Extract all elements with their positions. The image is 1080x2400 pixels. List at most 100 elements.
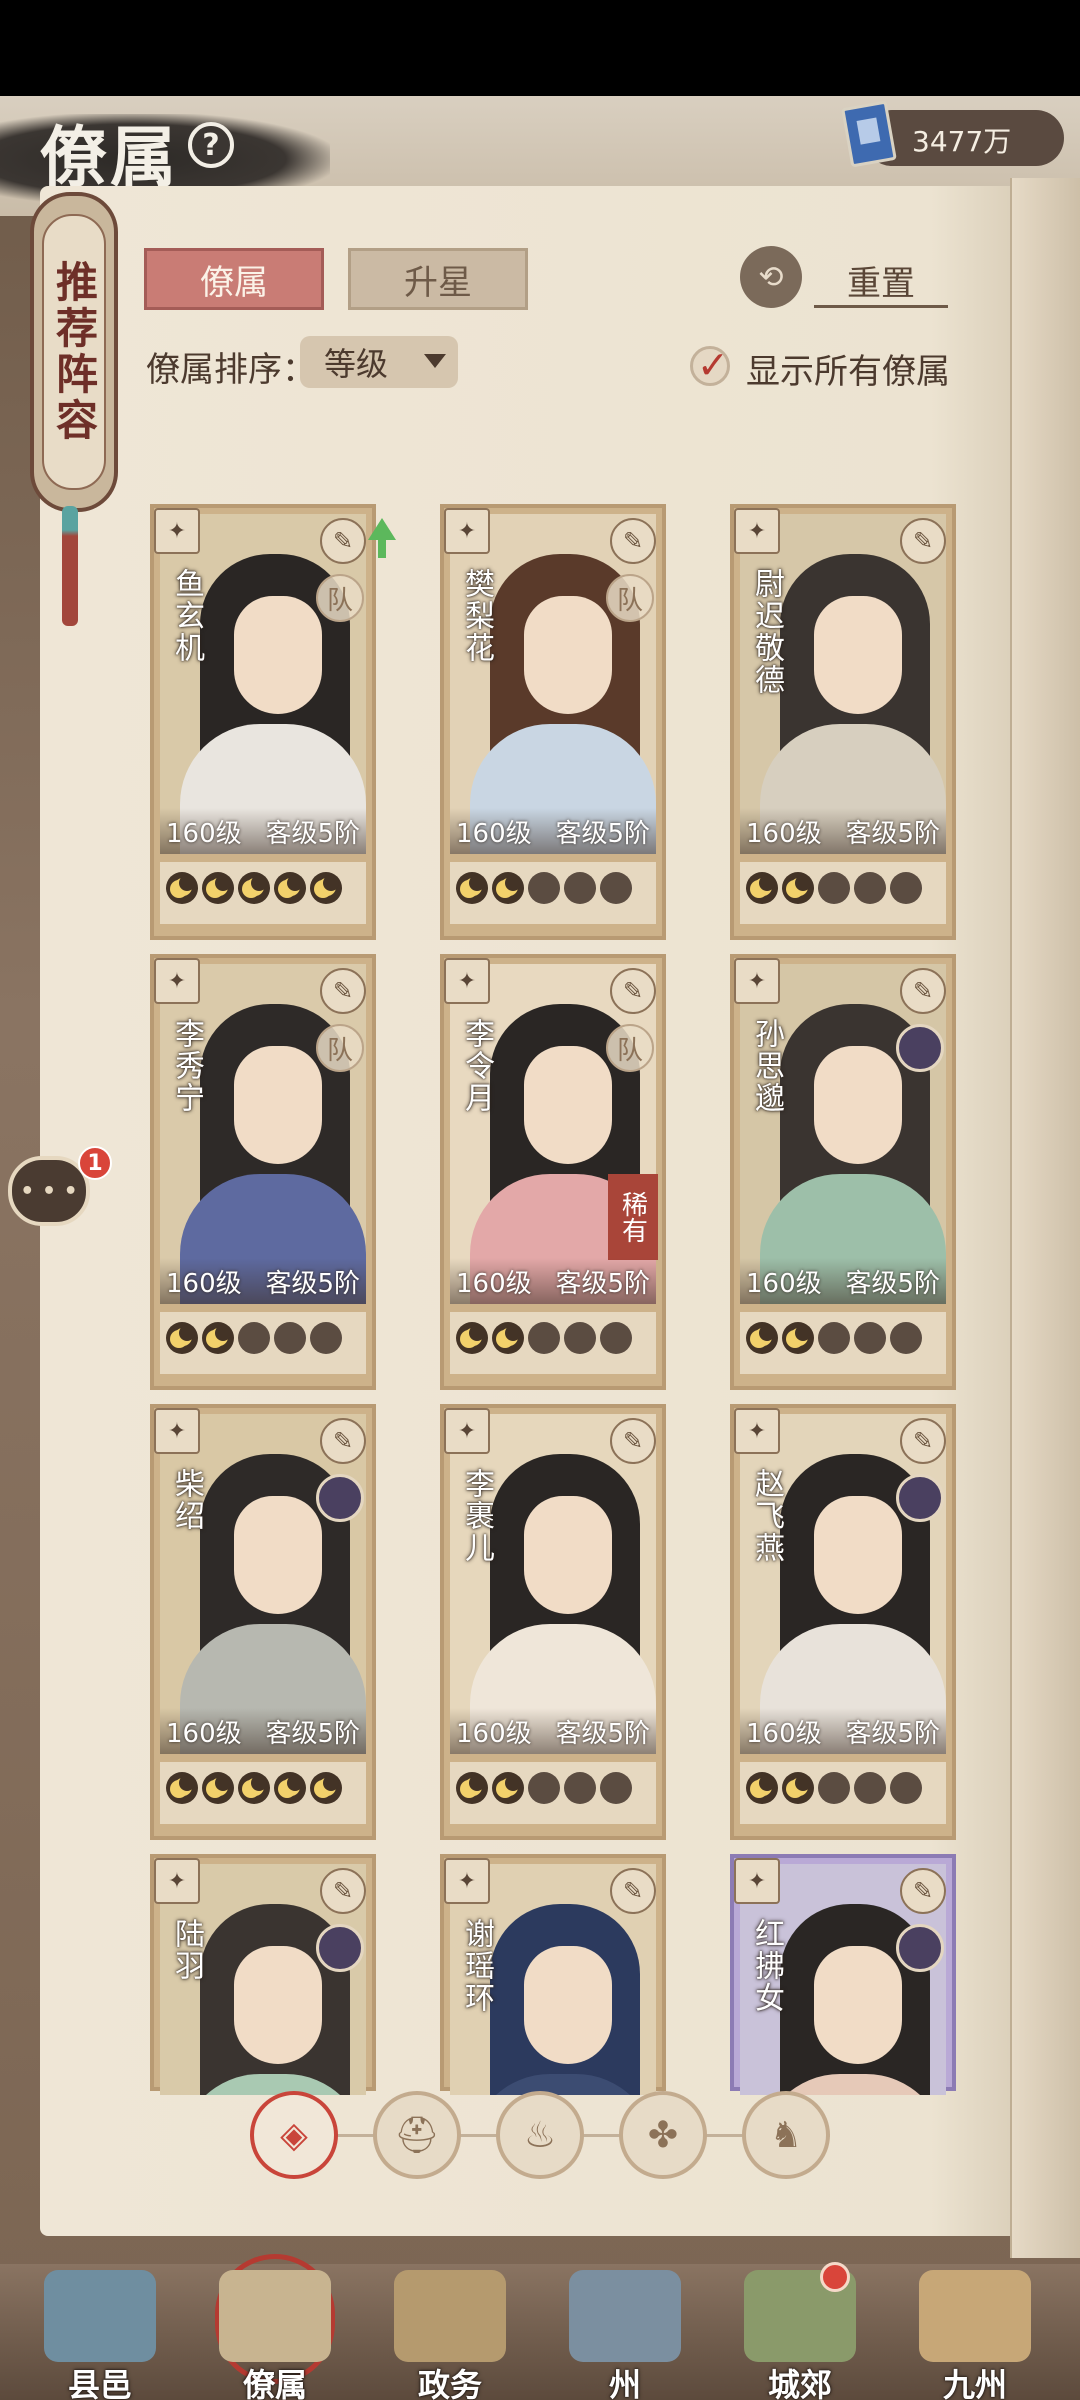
gourd-icon[interactable]: ♨ bbox=[496, 2091, 584, 2179]
rank-text: 客级5阶 bbox=[845, 1718, 940, 1749]
moon-star-icon bbox=[854, 1772, 886, 1804]
subordinate-card[interactable]: ✦ ✎ 孙思邈 160级 客级5阶 bbox=[730, 954, 956, 1390]
subordinate-card[interactable]: ✦ ✎ 李裹儿 160级 客级5阶 bbox=[440, 1404, 666, 1840]
nav-item[interactable]: 九州 bbox=[895, 2264, 1055, 2400]
nav-label: 城郊 bbox=[767, 2366, 832, 2400]
notification-dot bbox=[820, 2262, 850, 2292]
moon-star-icon bbox=[274, 872, 306, 904]
level-text: 160级 bbox=[166, 818, 242, 849]
character-portrait bbox=[450, 514, 656, 854]
tab-star-up[interactable]: 升星 bbox=[348, 248, 528, 310]
skill-icon: ✎ bbox=[900, 968, 946, 1014]
skill-icon: ✎ bbox=[610, 1418, 656, 1464]
moon-star-icon bbox=[492, 1772, 524, 1804]
subordinate-card[interactable]: ✦ ✎ 柴绍 160级 客级5阶 bbox=[150, 1404, 376, 1840]
star-row bbox=[740, 1312, 946, 1374]
team-badge: 队 bbox=[316, 1024, 364, 1072]
level-bar: 160级 客级5阶 bbox=[160, 808, 366, 854]
team-badge: 队 bbox=[316, 574, 364, 622]
subordinate-card[interactable]: ✦ ✎ 陆羽 bbox=[150, 1854, 376, 2095]
reset-icon: ⟲ bbox=[740, 246, 802, 308]
nav-item[interactable]: 政务 bbox=[370, 2264, 530, 2400]
moon-star-icon bbox=[274, 1772, 306, 1804]
rank-text: 客级5阶 bbox=[845, 1268, 940, 1299]
class-icon: ✦ bbox=[154, 508, 200, 554]
moon-star-icon bbox=[746, 1322, 778, 1354]
chat-notification-badge: 1 bbox=[78, 1146, 112, 1180]
upgrade-arrow-icon bbox=[368, 518, 396, 540]
nav-item[interactable]: 州 bbox=[545, 2264, 705, 2400]
moon-star-icon bbox=[202, 1322, 234, 1354]
lion-icon[interactable]: ♞ bbox=[742, 2091, 830, 2179]
subordinate-card[interactable]: ✦ ✎ 鱼玄机 队 160级 客级5阶 bbox=[150, 504, 396, 940]
nav-icon bbox=[44, 2270, 156, 2362]
nav-icon bbox=[219, 2270, 331, 2362]
show-all-toggle[interactable]: ✓ 显示所有僚属 bbox=[690, 336, 960, 392]
class-icon: ✦ bbox=[734, 1408, 780, 1454]
subordinate-card[interactable]: ✦ ✎ 谢瑶环 bbox=[440, 1854, 666, 2095]
rank-text: 客级5阶 bbox=[555, 818, 650, 849]
fan-icon[interactable]: ✤ bbox=[619, 2091, 707, 2179]
class-icon: ✦ bbox=[734, 1858, 780, 1904]
character-name: 红拂女 bbox=[749, 1918, 784, 2014]
subordinate-card[interactable]: ✦ ✎ 李秀宁 队 160级 客级5阶 bbox=[150, 954, 376, 1390]
level-text: 160级 bbox=[166, 1268, 242, 1299]
moon-star-icon bbox=[564, 1322, 596, 1354]
moon-star-icon bbox=[202, 872, 234, 904]
rank-text: 客级5阶 bbox=[265, 1268, 360, 1299]
character-portrait bbox=[450, 1414, 656, 1754]
subordinate-card[interactable]: ✦ ✎ 樊梨花 队 160级 客级5阶 bbox=[440, 504, 666, 940]
recommended-lineup-banner[interactable]: 推荐阵容 bbox=[30, 192, 118, 512]
moon-star-icon bbox=[782, 872, 814, 904]
moon-star-icon bbox=[854, 872, 886, 904]
character-name: 李秀宁 bbox=[169, 1018, 204, 1114]
character-portrait bbox=[740, 1414, 946, 1754]
moon-star-icon bbox=[818, 1772, 850, 1804]
moon-star-icon bbox=[238, 1772, 270, 1804]
star-row bbox=[740, 862, 946, 924]
all-diamond-icon[interactable]: ◈ bbox=[250, 2091, 338, 2179]
moon-star-icon bbox=[600, 872, 632, 904]
reset-label: 重置 bbox=[814, 256, 948, 308]
class-icon: ✦ bbox=[734, 958, 780, 1004]
level-bar: 160级 客级5阶 bbox=[450, 1708, 656, 1754]
class-icon: ✦ bbox=[154, 1858, 200, 1904]
bottom-navigation: 县邑 僚属 政务 州 城郊 九州 bbox=[0, 2254, 1080, 2400]
nav-item[interactable]: 城郊 bbox=[720, 2262, 880, 2400]
moon-star-icon bbox=[746, 1772, 778, 1804]
show-all-checkbox[interactable]: ✓ bbox=[690, 343, 730, 387]
moon-star-icon bbox=[310, 872, 342, 904]
book-page-edge bbox=[1010, 178, 1080, 2258]
nav-item[interactable]: 县邑 bbox=[20, 2264, 180, 2400]
level-text: 160级 bbox=[746, 818, 822, 849]
help-icon[interactable]: ? bbox=[188, 122, 234, 168]
linked-portrait-icon bbox=[896, 1024, 944, 1072]
nav-label: 政务 bbox=[417, 2366, 482, 2400]
helmet-icon[interactable]: ⛑ bbox=[373, 2091, 461, 2179]
linked-portrait-icon bbox=[896, 1474, 944, 1522]
moon-star-icon bbox=[890, 872, 922, 904]
subordinate-card[interactable]: ✦ ✎ 赵飞燕 160级 客级5阶 bbox=[730, 1404, 956, 1840]
subordinate-card[interactable]: ✦ ✎ 尉迟敬德 160级 客级5阶 bbox=[730, 504, 956, 940]
level-text: 160级 bbox=[456, 1268, 532, 1299]
tab-subordinates[interactable]: 僚属 bbox=[144, 248, 324, 310]
level-bar: 160级 客级5阶 bbox=[450, 1258, 656, 1304]
chat-button[interactable]: • • • 1 bbox=[8, 1146, 112, 1226]
moon-star-icon bbox=[890, 1772, 922, 1804]
reset-button[interactable]: ⟲ 重置 bbox=[740, 246, 960, 310]
currency-display[interactable]: 3477万 bbox=[841, 100, 1064, 168]
subordinate-card[interactable]: ✦ ✎ 李令月队稀有 160级 客级5阶 bbox=[440, 954, 666, 1390]
tassel-decoration bbox=[62, 506, 78, 626]
subordinate-card[interactable]: ✦ ✎ 红拂女 bbox=[730, 1854, 956, 2095]
skill-icon: ✎ bbox=[900, 518, 946, 564]
nav-item[interactable]: 僚属 bbox=[195, 2254, 355, 2400]
moon-star-icon bbox=[782, 1772, 814, 1804]
sort-dropdown[interactable]: 等级 bbox=[300, 336, 458, 388]
level-bar: 160级 客级5阶 bbox=[740, 1258, 946, 1304]
moon-star-icon bbox=[528, 1772, 560, 1804]
class-icon: ✦ bbox=[444, 1858, 490, 1904]
star-row bbox=[160, 862, 366, 924]
character-name: 李裹儿 bbox=[459, 1468, 494, 1564]
character-portrait bbox=[740, 964, 946, 1304]
skill-icon: ✎ bbox=[610, 518, 656, 564]
